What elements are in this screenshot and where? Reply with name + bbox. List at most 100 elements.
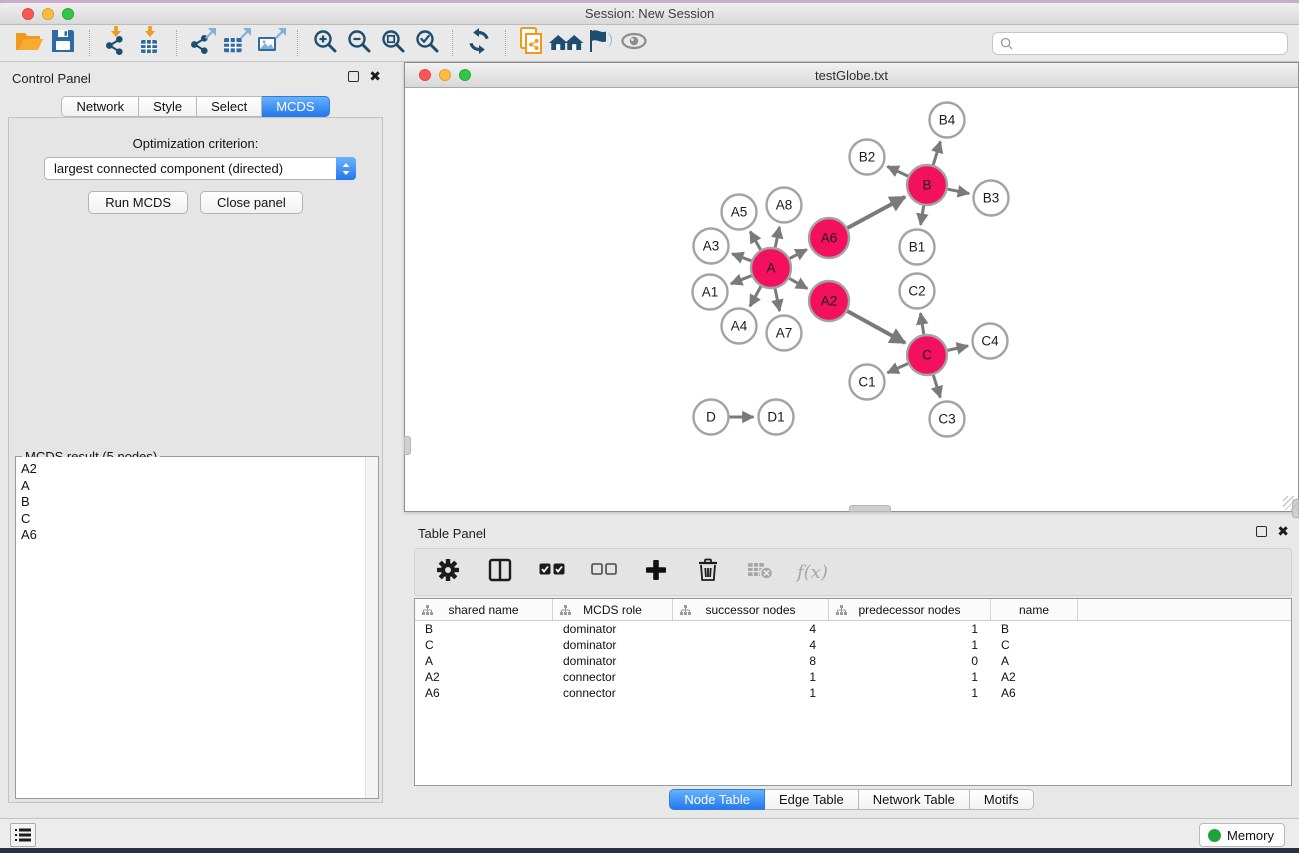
network-canvas[interactable]: B4B2BB3A5A8A6B1A3AA1C2A2A4A7C4CC1C3DD1 (405, 88, 1298, 511)
table-cell[interactable]: C (991, 638, 1078, 652)
result-list-item[interactable]: C (21, 511, 378, 528)
graph-node-A[interactable]: A (751, 248, 791, 288)
result-list-scrollbar[interactable] (365, 457, 378, 798)
table-cell[interactable]: connector (553, 670, 673, 684)
graph-node-B1[interactable]: B1 (900, 230, 935, 265)
table-cell[interactable]: A2 (991, 670, 1078, 684)
zoom-selected-button[interactable] (409, 28, 443, 58)
table-cell[interactable]: 4 (673, 622, 829, 636)
graph-node-C2[interactable]: C2 (900, 274, 935, 309)
tab-network-table[interactable]: Network Table (859, 789, 970, 810)
column-header-successor-nodes[interactable]: successor nodes (673, 599, 829, 620)
graph-node-A7[interactable]: A7 (767, 316, 802, 351)
column-header-MCDS-role[interactable]: MCDS role (553, 599, 673, 620)
table-cell[interactable]: dominator (553, 622, 673, 636)
tab-mcds[interactable]: MCDS (262, 96, 329, 117)
optimization-criterion-dropdown[interactable]: largest connected component (directed) (44, 157, 356, 180)
table-close-panel-icon[interactable]: ✖ (1277, 526, 1289, 537)
deselect-all-checkboxes-button[interactable] (589, 557, 619, 587)
graph-node-B4[interactable]: B4 (930, 103, 965, 138)
result-list-item[interactable]: B (21, 494, 378, 511)
zoom-in-button[interactable] (307, 28, 341, 58)
run-mcds-button[interactable]: Run MCDS (88, 191, 188, 214)
table-cell[interactable]: dominator (553, 654, 673, 668)
table-cell[interactable]: A (991, 654, 1078, 668)
add-column-button[interactable] (641, 557, 671, 587)
table-cell[interactable]: C (415, 638, 553, 652)
tab-motifs[interactable]: Motifs (970, 789, 1034, 810)
show-details-button[interactable] (617, 28, 651, 58)
table-cell[interactable]: 1 (673, 670, 829, 684)
table-row[interactable]: A6connector11A6 (415, 685, 1291, 701)
table-cell[interactable]: 1 (673, 686, 829, 700)
hide-details-button[interactable] (583, 28, 617, 58)
delete-column-button[interactable] (693, 557, 723, 587)
table-cell[interactable]: B (415, 622, 553, 636)
table-float-panel-icon[interactable] (1256, 526, 1267, 537)
graph-node-B3[interactable]: B3 (974, 181, 1009, 216)
table-cell[interactable]: 1 (829, 638, 991, 652)
open-session-button[interactable] (12, 28, 46, 58)
table-cell[interactable]: A6 (991, 686, 1078, 700)
save-session-button[interactable] (46, 28, 80, 58)
tab-style[interactable]: Style (139, 96, 197, 117)
graph-node-C3[interactable]: C3 (930, 402, 965, 437)
table-cell[interactable]: dominator (553, 638, 673, 652)
graph-node-A3[interactable]: A3 (694, 229, 729, 264)
graph-node-B[interactable]: B (907, 165, 947, 205)
table-row[interactable]: Adominator80A (415, 653, 1291, 669)
table-settings-gear-button[interactable] (433, 557, 463, 587)
graph-node-A8[interactable]: A8 (767, 188, 802, 223)
window-resize-grip[interactable] (1283, 496, 1297, 510)
close-panel-icon[interactable]: ✖ (369, 71, 381, 82)
table-cell[interactable]: 0 (829, 654, 991, 668)
export-table-button[interactable] (220, 28, 254, 58)
column-header-shared-name[interactable]: shared name (415, 599, 553, 620)
clone-network-button[interactable] (515, 28, 549, 58)
table-row[interactable]: A2connector11A2 (415, 669, 1291, 685)
search-input[interactable] (1017, 35, 1287, 53)
graph-node-A2[interactable]: A2 (809, 281, 849, 321)
export-image-button[interactable] (254, 28, 288, 58)
tab-network[interactable]: Network (61, 96, 139, 117)
table-cell[interactable]: A (415, 654, 553, 668)
column-header-name[interactable]: name (991, 599, 1078, 620)
graph-node-C4[interactable]: C4 (973, 324, 1008, 359)
select-all-checkboxes-button[interactable] (537, 557, 567, 587)
close-panel-button[interactable]: Close panel (200, 191, 303, 214)
home-button[interactable] (549, 28, 583, 58)
import-table-button[interactable] (133, 28, 167, 58)
graph-node-D[interactable]: D (694, 400, 729, 435)
table-cell[interactable]: 1 (829, 670, 991, 684)
graph-node-C1[interactable]: C1 (850, 365, 885, 400)
table-cell[interactable]: 1 (829, 686, 991, 700)
export-network-button[interactable] (186, 28, 220, 58)
apply-layout-button[interactable] (462, 28, 496, 58)
column-header-predecessor-nodes[interactable]: predecessor nodes (829, 599, 991, 620)
table-cell[interactable]: 8 (673, 654, 829, 668)
table-row[interactable]: Bdominator41B (415, 621, 1291, 637)
table-cell[interactable]: 1 (829, 622, 991, 636)
table-cell[interactable]: A6 (415, 686, 553, 700)
graph-node-C[interactable]: C (907, 335, 947, 375)
mcds-result-list[interactable]: A2ABCA6 (16, 457, 378, 798)
search-field[interactable] (992, 32, 1288, 55)
tab-select[interactable]: Select (197, 96, 262, 117)
result-list-item[interactable]: A2 (21, 461, 378, 478)
column-selector-button[interactable] (485, 557, 515, 587)
result-list-item[interactable]: A6 (21, 527, 378, 544)
tab-node-table[interactable]: Node Table (669, 789, 765, 810)
table-cell[interactable]: 4 (673, 638, 829, 652)
zoom-fit-button[interactable] (375, 28, 409, 58)
table-cell[interactable]: B (991, 622, 1078, 636)
task-history-button[interactable] (10, 823, 36, 847)
graph-node-A4[interactable]: A4 (722, 309, 757, 344)
tab-edge-table[interactable]: Edge Table (765, 789, 859, 810)
import-network-button[interactable] (99, 28, 133, 58)
splitter-grip-bottom[interactable] (849, 505, 891, 512)
zoom-out-button[interactable] (341, 28, 375, 58)
graph-node-D1[interactable]: D1 (759, 400, 794, 435)
result-list-item[interactable]: A (21, 478, 378, 495)
graph-node-A5[interactable]: A5 (722, 195, 757, 230)
table-row[interactable]: Cdominator41C (415, 637, 1291, 653)
